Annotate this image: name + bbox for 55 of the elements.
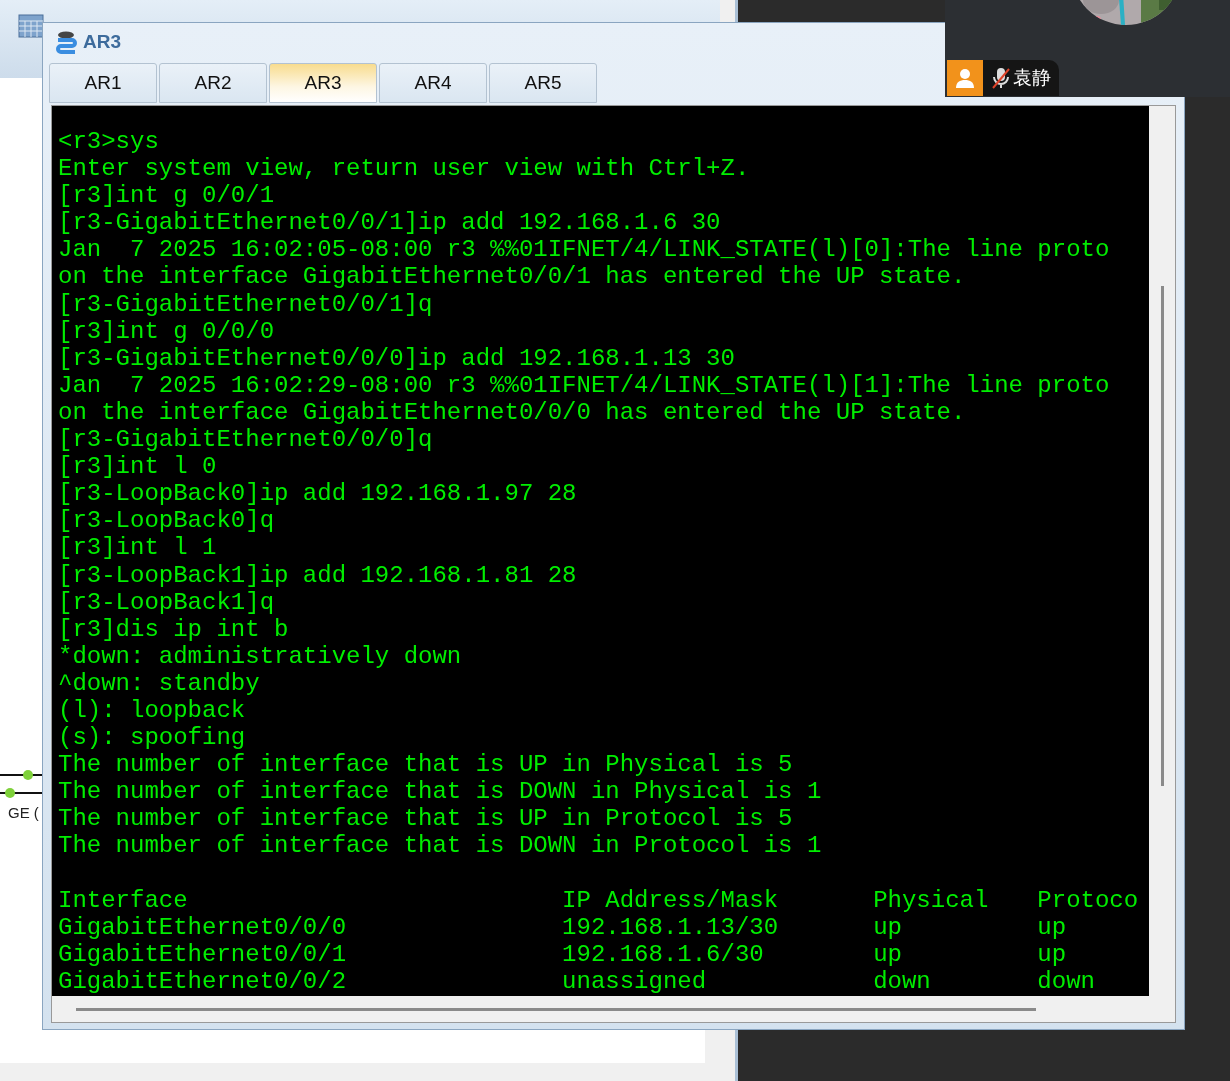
table-cell-text: GigabitEthernet0/0/1 — [58, 940, 348, 968]
console-line: [r3-LoopBack0]q — [58, 507, 276, 535]
table-cell-text: up — [873, 913, 903, 941]
table-cell-text: unassigned — [562, 967, 708, 995]
device-tab[interactable]: AR5 — [489, 63, 597, 103]
table-cell-text: up — [873, 940, 903, 968]
console-line: The number of interface that is DOWN in Protocol is 1 — [58, 832, 823, 860]
console-line: [r3]int l 1 — [58, 534, 218, 562]
device-tab[interactable]: AR1 — [49, 63, 157, 103]
console-line: [r3-GigabitEthernet0/0/0]ip add 192.168.1.13 30 — [58, 344, 736, 372]
console-line: [r3-GigabitEthernet0/0/1]q — [58, 290, 434, 318]
console-line: The number of interface that is UP in Protocol is 5 — [58, 805, 794, 833]
console-line: (l): loopback — [58, 696, 247, 725]
table-cell-text: 192.168.1.13/30 — [562, 913, 780, 941]
table-cell-text: 192.168.1.6/30 — [562, 940, 765, 968]
column-header: IP Address/Mask — [562, 886, 780, 914]
table-cell-text: down — [1037, 967, 1096, 995]
console-line: Jan 7 2025 16:02:29-08:00 r3 %%01IFNET/4/LINK_STATE(l)[1]:The line proto — [58, 371, 1111, 399]
console-line: <r3>sys — [58, 128, 160, 156]
table-cell-text: up — [1037, 940, 1068, 968]
console-line: [r3-LoopBack1]q — [58, 588, 276, 616]
device-tab[interactable]: AR4 — [379, 63, 487, 103]
person-icon — [947, 60, 983, 96]
console-line: on the interface GigabitEthernet0/0/0 has entered the UP state. — [58, 398, 967, 427]
console-line: *down: administratively down — [58, 642, 463, 670]
console-line: [r3]dis ip int b — [58, 615, 290, 643]
port-label: GE ( — [8, 804, 39, 821]
column-header: Protoco — [1037, 886, 1140, 914]
console-line: [r3]int l 0 — [58, 453, 218, 481]
console-line: ^down: standby — [58, 669, 261, 697]
device-tab[interactable]: AR3 — [269, 63, 377, 103]
console-line: [r3-LoopBack0]ip add 192.168.1.97 28 — [58, 480, 578, 508]
console-line: [r3-GigabitEthernet0/0/1]ip add 192.168.1.6 30 — [58, 209, 722, 237]
console-line: [r3-GigabitEthernet0/0/0]q — [58, 426, 434, 454]
router-icon — [55, 30, 77, 54]
console-line: The number of interface that is UP in Physical is 5 — [58, 751, 794, 779]
participant-name: 袁静 — [1012, 65, 1052, 90]
network-link-drawing — [0, 768, 44, 798]
console-line: [r3-LoopBack1]ip add 192.168.1.81 28 — [58, 561, 578, 589]
device-tab[interactable]: AR2 — [159, 63, 267, 103]
console-line: Jan 7 2025 16:02:05-08:00 r3 %%01IFNET/4/LINK_STATE(l)[0]:The line proto — [58, 236, 1111, 264]
console-line: (s): spoofing — [58, 724, 247, 752]
console-line: Enter system view, return user view with Ctrl+Z. — [58, 155, 751, 183]
console-line: on the interface GigabitEthernet0/0/1 has entered the UP state. — [58, 263, 967, 291]
table-cell-text: down — [873, 967, 932, 995]
window-title: AR3 — [83, 31, 121, 53]
table-cell-text: GigabitEthernet0/0/2 — [58, 967, 348, 995]
column-header: Interface — [58, 886, 189, 914]
console-line: [r3]int g 0/0/1 — [58, 182, 276, 210]
column-header: Physical — [873, 886, 990, 914]
table-cell-text: up — [1037, 913, 1068, 941]
console-line: The number of interface that is DOWN in Physical is 1 — [58, 778, 823, 806]
console-line: [r3]int g 0/0/0 — [58, 317, 276, 345]
table-cell-text: GigabitEthernet0/0/0 — [58, 913, 348, 941]
calendar-icon[interactable] — [18, 14, 44, 38]
